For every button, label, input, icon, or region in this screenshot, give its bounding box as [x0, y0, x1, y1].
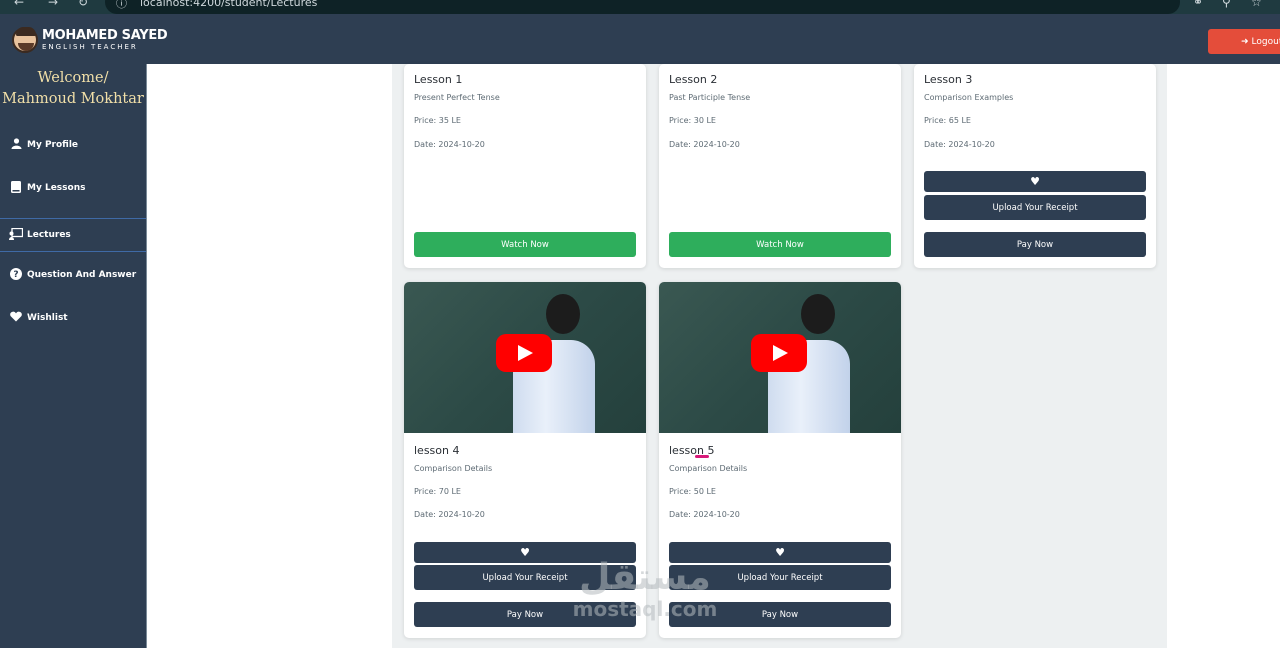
spellcheck-underline	[695, 455, 709, 458]
sidebar-item-label: My Profile	[27, 140, 79, 150]
heart-icon: ♥	[775, 546, 785, 559]
sidebar: Welcome/ Mahmoud Mokhtar My Profile My L…	[0, 64, 147, 648]
arrow-left-icon[interactable]: ←	[14, 0, 24, 9]
lesson-price: Price: 50 LE	[669, 487, 716, 496]
lesson-price: Price: 70 LE	[414, 487, 461, 496]
lesson-price: Price: 30 LE	[669, 116, 716, 125]
sidebar-item-my-lessons[interactable]: My Lessons	[0, 171, 146, 205]
lesson-title: Lesson 2	[669, 73, 718, 86]
sidebar-item-label: Question And Answer	[27, 270, 137, 280]
lesson-date: Date: 2024-10-20	[414, 510, 485, 519]
lesson-title: lesson 4	[414, 444, 460, 457]
sidebar-item-question-and-answer[interactable]: ? Question And Answer	[0, 258, 146, 292]
user-icon	[9, 138, 23, 152]
sidebar-item-label: Lectures	[27, 230, 71, 240]
sign-out-icon: ➜	[1241, 36, 1249, 47]
lesson-description: Comparison Details	[414, 464, 493, 473]
pay-now-button[interactable]: Pay Now	[924, 232, 1146, 257]
lesson-video-thumbnail[interactable]	[659, 282, 901, 433]
lesson-date: Date: 2024-10-20	[924, 140, 995, 149]
lesson-date: Date: 2024-10-20	[669, 140, 740, 149]
extension-icon[interactable]: ⚭	[1193, 0, 1203, 9]
lesson-description: Comparison Details	[669, 464, 748, 473]
logo-title: MOHAMED SAYED	[42, 28, 168, 43]
arrow-right-icon[interactable]: →	[48, 0, 58, 9]
lesson-card: Lesson 2 Past Participle Tense Price: 30…	[659, 64, 901, 268]
lesson-price: Price: 35 LE	[414, 116, 461, 125]
url-text[interactable]: localhost:4200/student/Lectures	[140, 0, 317, 9]
welcome-username: Mahmoud Mokhtar	[2, 91, 144, 107]
welcome-message: Welcome/ Mahmoud Mokhtar	[0, 68, 146, 110]
sidebar-item-my-profile[interactable]: My Profile	[0, 128, 146, 162]
teacher-avatar-icon	[12, 27, 38, 53]
upload-receipt-button[interactable]: Upload Your Receipt	[924, 195, 1146, 220]
logout-button[interactable]: ➜ Logout	[1208, 29, 1280, 54]
svg-text:?: ?	[13, 270, 18, 280]
sidebar-item-wishlist[interactable]: Wishlist	[0, 301, 146, 335]
youtube-play-icon[interactable]	[496, 334, 552, 372]
lesson-title: Lesson 3	[924, 73, 973, 86]
lesson-date: Date: 2024-10-20	[669, 510, 740, 519]
brand-logo[interactable]: MOHAMED SAYED ENGLISH TEACHER	[12, 24, 168, 56]
reload-icon[interactable]: ↻	[78, 0, 88, 9]
search-icon[interactable]: ⚲	[1222, 0, 1231, 9]
bookmark-star-icon[interactable]: ☆	[1251, 0, 1262, 9]
lesson-description: Past Participle Tense	[669, 93, 751, 102]
book-icon	[9, 180, 23, 196]
watermark-latin: mostaql.com	[572, 597, 718, 621]
logo-subtitle: ENGLISH TEACHER	[42, 43, 138, 51]
browser-toolbar: ← → ↻ ⓘ localhost:4200/student/Lectures …	[0, 0, 1280, 14]
lesson-title: Lesson 1	[414, 73, 463, 86]
question-circle-icon: ?	[9, 267, 23, 283]
info-icon[interactable]: ⓘ	[116, 0, 127, 11]
lesson-date: Date: 2024-10-20	[414, 140, 485, 149]
welcome-line1: Welcome/	[37, 70, 109, 86]
sidebar-item-lectures[interactable]: Lectures	[0, 218, 146, 252]
heart-icon: ♥	[1030, 175, 1040, 188]
sidebar-item-label: Wishlist	[27, 313, 68, 323]
lesson-card: Lesson 1 Present Perfect Tense Price: 35…	[404, 64, 646, 268]
watermark-arabic: مستقل	[579, 557, 711, 598]
top-navbar: MOHAMED SAYED ENGLISH TEACHER ➜ Logout	[0, 14, 1280, 64]
lesson-description: Present Perfect Tense	[414, 93, 500, 102]
add-to-wishlist-button[interactable]: ♥	[924, 171, 1146, 192]
lesson-description: Comparison Examples	[924, 93, 1014, 102]
lesson-card: Lesson 3 Comparison Examples Price: 65 L…	[914, 64, 1156, 268]
heart-icon	[9, 311, 23, 325]
mostaql-watermark: مستقل mostaql.com	[560, 557, 730, 621]
lesson-video-thumbnail[interactable]	[404, 282, 646, 433]
lesson-price: Price: 65 LE	[924, 116, 971, 125]
sidebar-item-label: My Lessons	[27, 183, 86, 193]
presentation-icon	[9, 227, 24, 243]
watch-now-button[interactable]: Watch Now	[414, 232, 636, 257]
watch-now-button[interactable]: Watch Now	[669, 232, 891, 257]
youtube-play-icon[interactable]	[751, 334, 807, 372]
heart-icon: ♥	[520, 546, 530, 559]
logout-label: Logout	[1251, 36, 1280, 47]
teacher-head	[801, 294, 835, 334]
teacher-head	[546, 294, 580, 334]
